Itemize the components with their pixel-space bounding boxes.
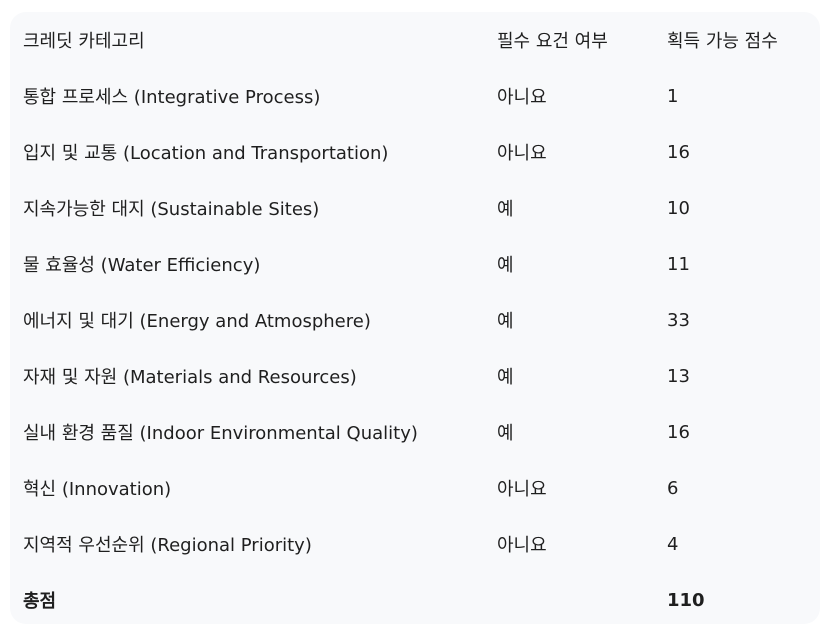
cell-points: 1	[667, 85, 679, 107]
table-row: 혁신 (Innovation) 아니요 6	[10, 460, 820, 516]
table-row: 실내 환경 품질 (Indoor Environmental Quality) …	[10, 404, 820, 460]
table-row: 지역적 우선순위 (Regional Priority) 아니요 4	[10, 516, 820, 572]
cell-required: 예	[497, 423, 514, 444]
table-row: 물 효율성 (Water Efficiency) 예 11	[10, 236, 820, 292]
header-required: 필수 요건 여부	[497, 31, 608, 52]
cell-category: 자재 및 자원 (Materials and Resources)	[23, 367, 357, 388]
total-points: 110	[667, 589, 705, 611]
cell-category: 지역적 우선순위 (Regional Priority)	[23, 535, 312, 556]
table-header-row: 크레딧 카테고리 필수 요건 여부 획득 가능 점수	[10, 12, 820, 68]
cell-required: 예	[497, 311, 514, 332]
cell-required: 아니요	[497, 479, 547, 500]
total-label: 총점	[23, 591, 57, 612]
table-row: 지속가능한 대지 (Sustainable Sites) 예 10	[10, 180, 820, 236]
header-points: 획득 가능 점수	[667, 31, 778, 52]
total-row: 총점 110	[10, 572, 820, 628]
cell-required: 아니요	[497, 143, 547, 164]
cell-category: 물 효율성 (Water Efficiency)	[23, 255, 261, 276]
header-category: 크레딧 카테고리	[23, 31, 145, 52]
table-row: 통합 프로세스 (Integrative Process) 아니요 1	[10, 68, 820, 124]
cell-category: 통합 프로세스 (Integrative Process)	[23, 87, 321, 108]
cell-required: 예	[497, 255, 514, 276]
cell-required: 예	[497, 367, 514, 388]
cell-points: 16	[667, 141, 690, 163]
table-row: 자재 및 자원 (Materials and Resources) 예 13	[10, 348, 820, 404]
table-row: 입지 및 교통 (Location and Transportation) 아니…	[10, 124, 820, 180]
cell-required: 아니요	[497, 87, 547, 108]
cell-category: 혁신 (Innovation)	[23, 479, 172, 500]
total-required	[497, 572, 667, 628]
cell-category: 실내 환경 품질 (Indoor Environmental Quality)	[23, 423, 418, 444]
cell-required: 아니요	[497, 535, 547, 556]
cell-points: 13	[667, 365, 690, 387]
cell-category: 지속가능한 대지 (Sustainable Sites)	[23, 199, 320, 220]
cell-required: 예	[497, 199, 514, 220]
cell-category: 입지 및 교통 (Location and Transportation)	[23, 143, 389, 164]
cell-points: 6	[667, 477, 679, 499]
credit-table: 크레딧 카테고리 필수 요건 여부 획득 가능 점수 통합 프로세스 (Inte…	[10, 12, 820, 628]
cell-points: 10	[667, 197, 690, 219]
table-row: 에너지 및 대기 (Energy and Atmosphere) 예 33	[10, 292, 820, 348]
cell-points: 33	[667, 309, 690, 331]
cell-points: 16	[667, 421, 690, 443]
cell-category: 에너지 및 대기 (Energy and Atmosphere)	[23, 311, 371, 332]
cell-points: 11	[667, 253, 690, 275]
cell-points: 4	[667, 533, 679, 555]
